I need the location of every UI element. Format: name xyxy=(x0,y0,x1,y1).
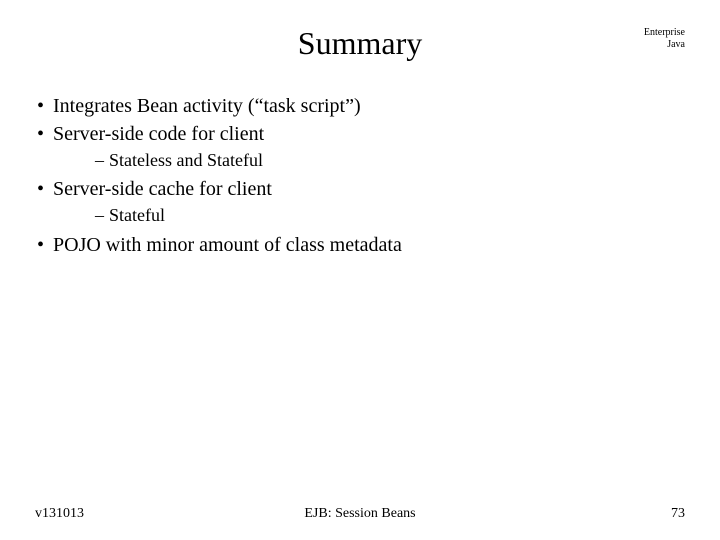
sub-bullet-item: Stateless and Stateful xyxy=(95,149,685,172)
slide-header: Summary Enterprise Java xyxy=(35,25,685,75)
bullet-item: Server-side cache for client Stateful xyxy=(37,176,685,227)
bullet-item: POJO with minor amount of class metadata xyxy=(37,232,685,258)
sub-bullet-list: Stateless and Stateful xyxy=(53,149,685,172)
sub-bullet-text: Stateless and Stateful xyxy=(109,150,263,170)
sub-bullet-list: Stateful xyxy=(53,204,685,227)
brand-line-2: Java xyxy=(644,39,685,51)
bullet-item: Server-side code for client Stateless an… xyxy=(37,121,685,172)
bullet-list: Integrates Bean activity (“task script”)… xyxy=(37,93,685,258)
footer-page-number: 73 xyxy=(671,506,685,522)
bullet-text: POJO with minor amount of class metadata xyxy=(53,234,402,256)
bullet-text: Server-side code for client xyxy=(53,123,264,145)
bullet-text: Integrates Bean activity (“task script”) xyxy=(53,95,361,117)
footer-title: EJB: Session Beans xyxy=(304,506,415,522)
brand-line-1: Enterprise xyxy=(644,27,685,39)
slide-title: Summary xyxy=(35,25,685,62)
brand-label: Enterprise Java xyxy=(644,27,685,50)
bullet-text: Server-side cache for client xyxy=(53,178,272,200)
slide: Summary Enterprise Java Integrates Bean … xyxy=(0,0,720,540)
bullet-item: Integrates Bean activity (“task script”) xyxy=(37,93,685,119)
sub-bullet-text: Stateful xyxy=(109,205,165,225)
sub-bullet-item: Stateful xyxy=(95,204,685,227)
slide-content: Integrates Bean activity (“task script”)… xyxy=(37,93,685,258)
slide-footer: v131013 EJB: Session Beans 73 xyxy=(0,506,720,522)
footer-version: v131013 xyxy=(35,506,84,522)
